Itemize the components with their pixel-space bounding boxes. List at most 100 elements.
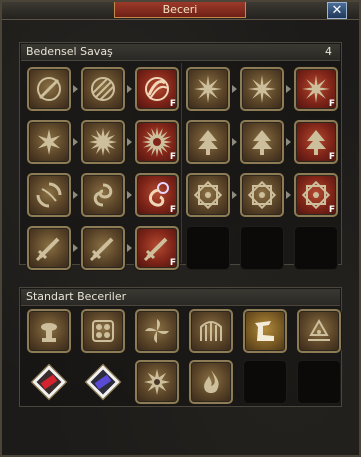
upgrade-badge: F xyxy=(169,205,176,215)
blue-gem-icon xyxy=(84,363,122,401)
combat-skill-slot[interactable]: F xyxy=(294,67,338,111)
window-title: Beceri xyxy=(162,3,198,16)
spinning-star-icon xyxy=(248,75,276,103)
campfire-icon xyxy=(308,318,330,341)
leaf-burst-icon xyxy=(37,129,61,155)
empty-skill-slot xyxy=(186,226,230,270)
vortex-icon xyxy=(93,183,113,207)
empty-skill-slot xyxy=(240,226,284,270)
standard-skill-slot[interactable] xyxy=(81,360,125,404)
slash-icon xyxy=(37,77,61,101)
combat-skill-slot[interactable]: F xyxy=(135,173,179,217)
combat-skill-slot[interactable] xyxy=(81,120,125,164)
spinning-star-icon xyxy=(302,75,330,103)
combat-skill-slot[interactable] xyxy=(240,67,284,111)
combat-skill-slot[interactable] xyxy=(81,226,125,270)
combat-skill-slot[interactable]: F xyxy=(135,226,179,270)
upgrade-arrow xyxy=(73,244,78,252)
standard-skill-slot[interactable] xyxy=(81,309,125,353)
upgrade-badge: F xyxy=(169,99,176,109)
title-plate: Beceri xyxy=(114,2,246,18)
sword-icon xyxy=(89,237,114,262)
mandala-icon xyxy=(301,180,331,210)
combat-skill-slot[interactable] xyxy=(81,67,125,111)
standard-skill-slot[interactable] xyxy=(27,360,71,404)
spinning-star-icon xyxy=(194,75,222,103)
empty-skill-slot xyxy=(294,226,338,270)
upgrade-arrow xyxy=(73,138,78,146)
brazier-icon xyxy=(41,323,57,342)
upgrade-arrow xyxy=(127,191,132,199)
empty-skill-slot xyxy=(243,360,287,404)
combat-skill-slot[interactable]: F xyxy=(135,67,179,111)
standard-skill-slot[interactable] xyxy=(27,309,71,353)
sunburst-icon xyxy=(142,127,172,157)
upgrade-arrow xyxy=(127,244,132,252)
radiant-burst-icon xyxy=(89,128,117,156)
upgrade-arrow xyxy=(286,191,291,199)
standard-skill-slot[interactable] xyxy=(189,360,233,404)
upgrade-arrow xyxy=(286,138,291,146)
combat-skill-slot[interactable]: F xyxy=(294,120,338,164)
sword-icon xyxy=(143,237,168,262)
combat-skill-slot[interactable] xyxy=(27,120,71,164)
upgrade-arrow xyxy=(232,85,237,93)
standard-skills-label: Standart Beceriler xyxy=(26,290,127,303)
title-bar[interactable]: Beceri xyxy=(2,2,359,20)
combat-skill-slot[interactable] xyxy=(186,67,230,111)
skill-window: Beceri ✕ Bedensel Savaş 4 F F F F F F F Standa… xyxy=(0,0,361,457)
mandala-icon xyxy=(193,180,223,210)
skill-points-count: 4 xyxy=(325,45,332,58)
upgrade-arrow xyxy=(232,138,237,146)
column-divider xyxy=(181,63,182,263)
standard-skill-slot[interactable] xyxy=(297,309,341,353)
upgrade-badge: F xyxy=(169,152,176,162)
red-gem-icon xyxy=(30,363,68,401)
upgrade-arrow xyxy=(127,85,132,93)
combat-skills-header: Bedensel Savaş 4 xyxy=(21,44,340,61)
standard-skill-slot[interactable] xyxy=(135,360,179,404)
combat-skill-slot[interactable] xyxy=(240,120,284,164)
standard-skills-panel: Standart Beceriler xyxy=(19,287,342,407)
empty-skill-slot xyxy=(297,360,341,404)
upgrade-badge: F xyxy=(328,152,335,162)
standard-skill-slot[interactable] xyxy=(189,309,233,353)
combat-skill-slot[interactable] xyxy=(81,173,125,217)
combat-skills-panel: Bedensel Savaş 4 F F F F F F F xyxy=(19,42,342,270)
upgrade-badge: F xyxy=(328,99,335,109)
pine-tree-icon xyxy=(306,130,326,155)
shell-pattern-icon xyxy=(92,320,114,342)
upgrade-arrow xyxy=(232,191,237,199)
orb-whirl-icon xyxy=(149,182,169,207)
close-button[interactable]: ✕ xyxy=(327,2,347,19)
upgrade-badge: F xyxy=(169,258,176,268)
combat-skill-slot[interactable] xyxy=(240,173,284,217)
standard-skills-header: Standart Beceriler xyxy=(21,289,340,306)
gate-icon xyxy=(200,321,222,341)
horse-boot-icon xyxy=(255,321,274,341)
cyclone-icon xyxy=(36,182,62,208)
combat-skill-slot[interactable] xyxy=(27,173,71,217)
combat-skill-slot[interactable] xyxy=(186,173,230,217)
combat-skill-slot[interactable] xyxy=(27,67,71,111)
combat-skills-label: Bedensel Savaş xyxy=(26,45,113,58)
flame-icon xyxy=(204,370,219,393)
combat-skill-slot[interactable] xyxy=(186,120,230,164)
combat-skill-slot[interactable] xyxy=(27,226,71,270)
compass-star-icon xyxy=(144,369,170,395)
upgrade-arrow xyxy=(127,138,132,146)
upgrade-arrow xyxy=(286,85,291,93)
mandala-icon xyxy=(247,180,277,210)
combat-skill-slot[interactable]: F xyxy=(135,120,179,164)
swirl-slash-icon xyxy=(145,77,169,101)
upgrade-arrow xyxy=(73,191,78,199)
pine-tree-icon xyxy=(198,130,218,155)
standard-skill-slot[interactable] xyxy=(243,309,287,353)
upgrade-arrow xyxy=(73,85,78,93)
standard-skill-slot[interactable] xyxy=(135,309,179,353)
pine-tree-icon xyxy=(252,130,272,155)
triple-slash-icon xyxy=(91,77,115,101)
sword-icon xyxy=(35,237,60,262)
upgrade-badge: F xyxy=(328,205,335,215)
combat-skill-slot[interactable]: F xyxy=(294,173,338,217)
